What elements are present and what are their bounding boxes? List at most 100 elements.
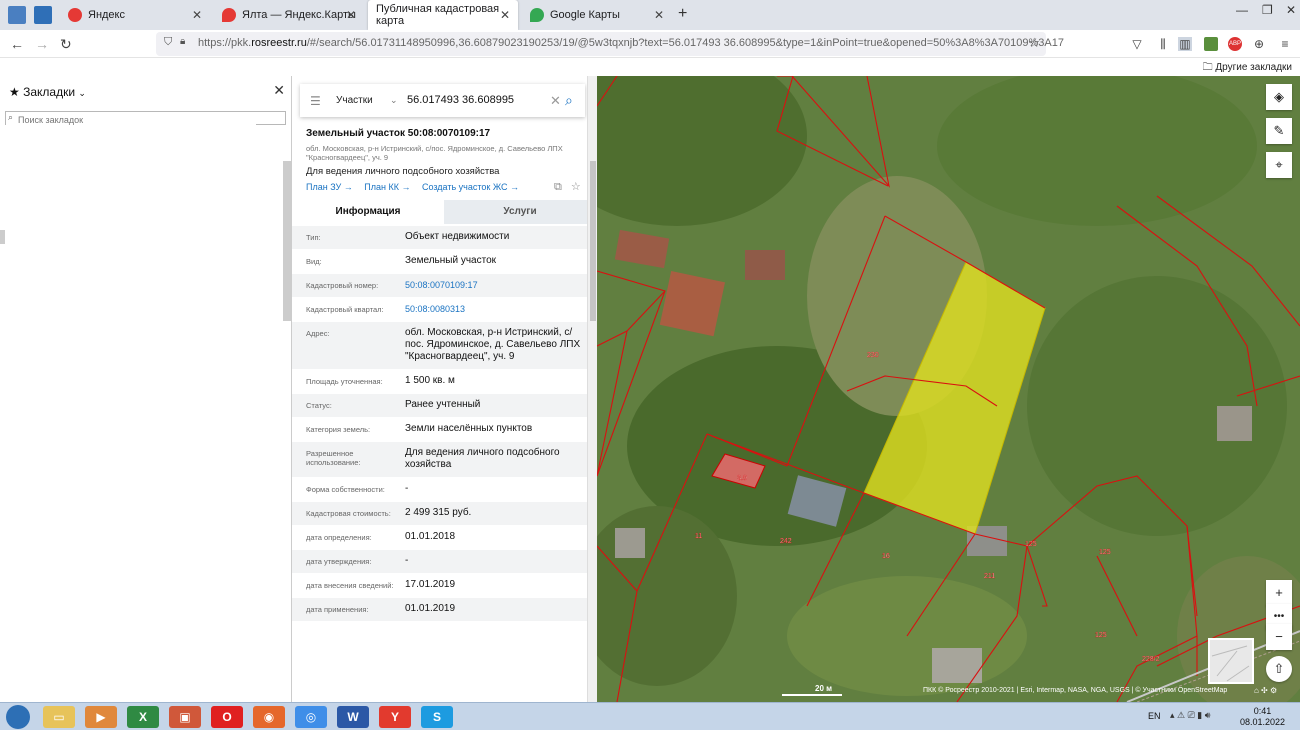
excel-icon[interactable]: X (127, 706, 159, 728)
url-text[interactable]: https://pkk.rosreestr.ru/#/search/56.017… (198, 37, 1064, 49)
maximize-button[interactable]: ❐ (1262, 3, 1273, 17)
map-pin-icon (222, 8, 236, 22)
zoom-in-button[interactable]: + (1266, 580, 1292, 606)
close-tab-icon[interactable]: ✕ (654, 8, 664, 22)
new-tab-button[interactable]: + (678, 5, 687, 23)
zoom-to-object-icon[interactable]: ⧉ (554, 181, 562, 193)
search-scope-select[interactable]: Участки (336, 95, 373, 106)
yandex-browser-icon[interactable]: Y (379, 706, 411, 728)
pocket-icon[interactable]: ▽ (1130, 37, 1144, 51)
tab-information[interactable]: Информация (292, 200, 444, 224)
chrome-icon[interactable]: ◎ (295, 706, 327, 728)
parcel-label: 125 (1099, 549, 1111, 556)
parcel-label: 11 (695, 533, 702, 540)
create-plot-link[interactable]: Создать участок ЖС → (422, 182, 519, 192)
tab-cadastral-map[interactable]: Публичная кадастровая карта ✕ (368, 0, 518, 30)
property-value: 17.01.2019 (405, 579, 456, 590)
menu-icon[interactable]: ☰ (310, 94, 321, 108)
map-canvas[interactable]: 230 3.0 11 242 16 211 125 125 125 228/2 (597, 76, 1300, 702)
address-bar[interactable]: ⛉ 🔒︎ https://pkk.rosreestr.ru/#/search/5… (156, 32, 1064, 56)
star-icon[interactable]: ☆ (1028, 35, 1040, 51)
globe-icon[interactable]: ⊕ (1252, 37, 1266, 51)
plan-zu-link[interactable]: План ЗУ → (306, 182, 353, 192)
adblock-icon[interactable]: ABP (1228, 37, 1242, 51)
other-bookmarks[interactable]: 🗀 Другие закладки (1203, 60, 1292, 77)
word-icon[interactable]: W (337, 706, 369, 728)
bookmark-search-input[interactable] (6, 114, 256, 126)
chevron-down-icon: ⌄ (78, 88, 86, 98)
tab-services[interactable]: Услуги (444, 200, 596, 224)
panel-scrollbar[interactable] (587, 76, 597, 702)
google-maps-icon (530, 8, 544, 22)
property-label: Форма собственности: (306, 485, 385, 494)
tray-icons[interactable]: ▴ ⚠ ⎚ ▮ 🔊︎ (1170, 710, 1210, 721)
property-link[interactable]: 50:08:0080313 (405, 303, 590, 315)
parcel-label: 3.0 (737, 475, 747, 482)
property-label: Вид: (306, 257, 322, 266)
ruler-icon[interactable]: ✎ (1266, 118, 1292, 144)
scroll-thumb[interactable] (590, 161, 596, 321)
home-icon[interactable]: ⌂ ✣ ⚙ (1254, 686, 1277, 695)
pinned-tab-icon[interactable] (34, 6, 52, 24)
property-value: 01.01.2019 (405, 603, 456, 614)
navigation-bar: ← → ↻ ⛉ 🔒︎ https://pkk.rosreestr.ru/#/se… (0, 30, 1300, 58)
parcel-label: 16 (882, 553, 890, 560)
firefox-icon[interactable]: ◉ (253, 706, 285, 728)
skype-icon[interactable]: S (421, 706, 453, 728)
parcel-label: 230 (867, 352, 879, 359)
media-player-icon[interactable]: ▶ (85, 706, 117, 728)
back-icon[interactable]: ← (10, 36, 24, 52)
close-window-button[interactable]: ✕ (1286, 3, 1296, 17)
sidebar-scrollbar[interactable] (283, 161, 291, 321)
bookmarks-sidebar: ★ Закладки ⌄ ✕ ⌕ (0, 76, 292, 702)
start-button[interactable] (6, 705, 30, 729)
library-icon[interactable]: ⫼ (1156, 37, 1170, 51)
layers-icon[interactable]: ◈ (1266, 84, 1292, 110)
close-sidebar-button[interactable]: ✕ (273, 82, 285, 99)
property-row: Форма собственности: - (292, 478, 597, 502)
object-address: обл. Московская, р-н Истринский, с/пос. … (306, 144, 563, 162)
bookmark-search-field[interactable]: ⌕ (5, 111, 286, 126)
map-view[interactable]: 230 3.0 11 242 16 211 125 125 125 228/2 … (597, 76, 1300, 702)
property-value: 1 500 кв. м (405, 375, 455, 386)
opera-icon[interactable]: O (211, 706, 243, 728)
tab-google-maps[interactable]: Google Карты ✕ (522, 0, 672, 30)
close-tab-icon[interactable]: ✕ (192, 8, 202, 22)
search-input[interactable]: 56.017493 36.608995 (407, 94, 514, 106)
minimize-button[interactable]: — (1236, 3, 1248, 17)
property-label: дата применения: (306, 605, 369, 614)
reload-icon[interactable]: ↻ (60, 36, 72, 53)
search-icon[interactable]: ⌕ (565, 92, 573, 109)
extension-icon[interactable] (1204, 37, 1218, 51)
explorer-icon[interactable]: ▭ (43, 706, 75, 728)
favorite-star-icon[interactable]: ☆ (571, 181, 581, 193)
shield-icon[interactable]: ⛉ (164, 36, 172, 49)
pinned-tab-icon[interactable] (8, 6, 26, 24)
search-bar: ☰ Участки ⌄ 56.017493 36.608995 ✕ ⌕ (300, 84, 585, 117)
close-tab-icon[interactable]: ✕ (500, 8, 510, 22)
lock-icon[interactable]: 🔒︎ (180, 36, 185, 47)
sidebar-title[interactable]: ★ Закладки ⌄ (9, 85, 86, 99)
presentation-icon[interactable]: ▣ (169, 706, 201, 728)
menu-icon[interactable]: ≡ (1278, 37, 1292, 51)
map-attribution[interactable]: ПКК © Росреестр 2010-2021 | Esri, Interm… (923, 687, 1227, 694)
property-link[interactable]: 50:08:0070109:17 (405, 279, 590, 291)
chevron-down-icon[interactable]: ⌄ (390, 95, 398, 106)
tab-yandex-maps[interactable]: Ялта — Яндекс.Карты ✕ (214, 0, 364, 30)
plan-kk-link[interactable]: План КК → (364, 182, 410, 192)
compass-icon[interactable]: ⇧ (1266, 656, 1292, 682)
property-table: Тип: Объект недвижимости Вид: Земельный уча… (292, 226, 597, 622)
zoom-out-button[interactable]: − (1266, 624, 1292, 650)
property-value: Ранее учтенный (405, 399, 481, 410)
forward-icon[interactable]: → (35, 36, 49, 52)
sidebar-toggle-icon[interactable]: ▥ (1178, 37, 1192, 51)
close-tab-icon[interactable]: ✕ (346, 8, 356, 22)
locate-icon[interactable]: ⌖ (1266, 152, 1292, 178)
clear-icon[interactable]: ✕ (550, 93, 561, 109)
parcel-label: 125 (1095, 632, 1107, 639)
property-row: Кадастровый квартал: 50:08:0080313 (292, 298, 597, 322)
tab-yandex[interactable]: Яндекс ✕ (60, 0, 210, 30)
language-indicator[interactable]: EN (1148, 711, 1161, 721)
system-clock[interactable]: 0:41 08.01.2022 (1240, 706, 1285, 728)
sidebar-resize-handle[interactable] (0, 230, 5, 244)
